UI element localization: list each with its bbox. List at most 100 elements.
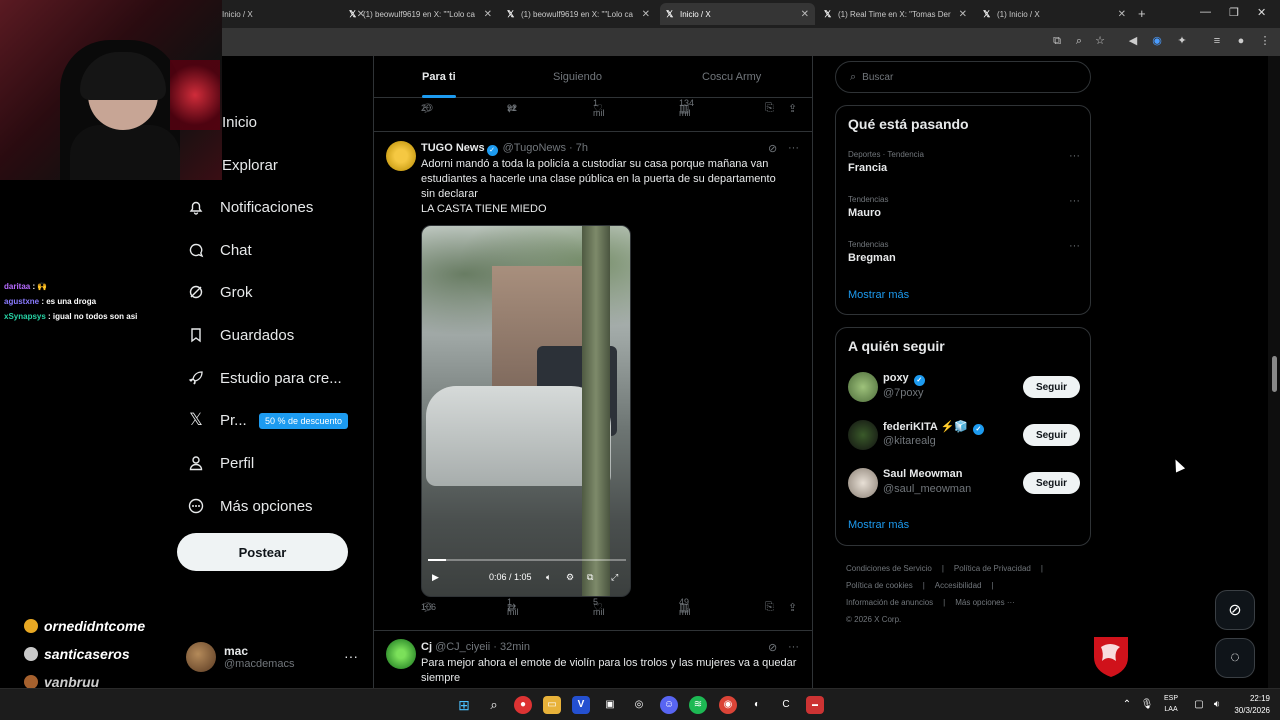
mute-icon[interactable]: ◀	[1126, 34, 1140, 48]
follow-button[interactable]: Seguir	[1023, 472, 1080, 494]
app-icon[interactable]: ●	[514, 696, 532, 714]
mic-icon[interactable]: 🎙︎	[1138, 696, 1156, 714]
search-input[interactable]: ⌕ Buscar	[835, 61, 1091, 93]
tab-coscu-army[interactable]: Coscu Army	[702, 56, 761, 98]
follow-suggestion[interactable]: Saul Meowman @saul_meowman Seguir	[848, 466, 1080, 500]
tab-following[interactable]: Siguiendo	[553, 56, 602, 98]
premium-discount-badge[interactable]: 50 % de descuento	[259, 413, 349, 429]
pip-icon[interactable]: ⧉	[587, 572, 593, 583]
browser-tab[interactable]: 𝕏 (1) Real Time en X: "Tomas Der ✕	[818, 3, 973, 25]
zoom-icon[interactable]: ⌕	[1072, 34, 1086, 48]
account-switcher[interactable]: mac @macdemacs ···	[186, 640, 366, 674]
post-button[interactable]: Postear	[177, 533, 348, 571]
more-icon[interactable]: ···	[344, 648, 358, 664]
nav-item-more[interactable]: Más opciones	[186, 491, 313, 521]
tab-for-you[interactable]: Para ti	[422, 56, 456, 98]
v-app-icon[interactable]: V	[572, 696, 590, 714]
author-handle[interactable]: @TugoNews · 7h	[503, 142, 588, 154]
browser-tab[interactable]: 𝕏 (1) Inicio / X ✕	[977, 3, 1132, 25]
bookmark-star-icon[interactable]: ☆	[1093, 34, 1107, 48]
reading-list-icon[interactable]: ≡	[1210, 34, 1224, 48]
app-icon[interactable]: C	[777, 696, 795, 714]
messages-float-button[interactable]: ◌	[1215, 638, 1255, 678]
grok-icon[interactable]: ⊘	[768, 142, 777, 155]
language-indicator[interactable]: ESP LAA	[1164, 693, 1178, 715]
more-icon[interactable]: ···	[1069, 195, 1080, 207]
avatar[interactable]	[386, 141, 416, 171]
nav-item-profile[interactable]: Perfil	[186, 448, 254, 478]
nav-item-home[interactable]: Inicio	[222, 107, 257, 137]
app-icon[interactable]: ▣	[601, 696, 619, 714]
nav-item-creator-studio[interactable]: Estudio para cre...	[186, 363, 342, 393]
more-icon[interactable]: ···	[1069, 240, 1080, 252]
search-icon[interactable]: ⌕	[485, 696, 503, 714]
play-icon[interactable]: ▶	[432, 572, 439, 583]
follow-suggestion[interactable]: federiKITA ⚡🧊 ✓ @kitarealg Seguir	[848, 418, 1080, 452]
spotify-icon[interactable]: ≋	[689, 696, 707, 714]
browser-tab[interactable]: 𝕏 (1) beowulf9619 en X: ""Lolo ca ✕	[501, 3, 656, 25]
obs-icon[interactable]: ◎	[630, 696, 648, 714]
author-handle[interactable]: @CJ_ciyeii · 32min	[435, 641, 530, 653]
app-icon[interactable]: ▬	[806, 696, 824, 714]
follow-suggestion[interactable]: poxy ✓ @7poxy Seguir	[848, 370, 1080, 404]
show-more-link[interactable]: Mostrar más	[848, 519, 909, 531]
more-icon[interactable]: ···	[788, 142, 799, 154]
network-icon[interactable]: ▢	[1190, 696, 1208, 714]
maximize-icon[interactable]: ❐	[1229, 6, 1239, 19]
browser-tab[interactable]: 𝕏 (1) beowulf9619 en X: ""Lolo ca ✕	[343, 3, 498, 25]
follow-button[interactable]: Seguir	[1023, 376, 1080, 398]
close-tab-icon[interactable]: ✕	[642, 9, 650, 20]
scrollbar-thumb[interactable]	[1272, 356, 1277, 392]
nav-item-chat[interactable]: Chat	[186, 235, 252, 265]
nav-item-premium[interactable]: 𝕏 Pr...	[186, 405, 247, 435]
nav-item-grok[interactable]: Grok	[186, 277, 253, 307]
folder-icon[interactable]: ▭	[543, 696, 561, 714]
follow-button[interactable]: Seguir	[1023, 424, 1080, 446]
grok-icon[interactable]: ⊘	[768, 641, 777, 654]
footer-link[interactable]: Política de Privacidad	[954, 564, 1031, 573]
chrome-icon[interactable]: ◉	[719, 696, 737, 714]
fullscreen-icon[interactable]: ⤢	[611, 572, 618, 583]
volume-icon[interactable]: 🔈︎	[546, 572, 551, 583]
more-icon[interactable]: ···	[1069, 150, 1080, 162]
more-icon[interactable]: ···	[788, 641, 799, 653]
close-tab-icon[interactable]: ✕	[959, 9, 967, 20]
trend-item[interactable]: Tendencias Mauro ···	[848, 195, 1080, 219]
author-name[interactable]: Cj	[421, 641, 432, 653]
grok-float-button[interactable]: ⊘	[1215, 590, 1255, 630]
author-name[interactable]: TUGO News	[421, 142, 485, 154]
avatar[interactable]	[386, 639, 416, 669]
discord-icon[interactable]: ☺	[660, 696, 678, 714]
close-tab-icon[interactable]: ✕	[801, 9, 809, 20]
close-tab-icon[interactable]: ✕	[1118, 9, 1126, 20]
nav-item-explore[interactable]: Explorar	[222, 150, 278, 180]
extensions-icon[interactable]: ✦	[1175, 34, 1189, 48]
new-tab-button[interactable]: +	[1138, 6, 1146, 21]
trend-item[interactable]: Tendencias Bregman ···	[848, 240, 1080, 264]
nav-item-notifications[interactable]: Notificaciones	[186, 192, 313, 222]
profile-icon[interactable]: ●	[1234, 34, 1248, 48]
app-icon[interactable]: ◐	[748, 696, 766, 714]
audio-icon[interactable]: ◉	[1150, 34, 1164, 48]
system-clock[interactable]: 22:19 30/3/2026	[1234, 693, 1270, 717]
volume-icon[interactable]: 🔉︎	[1208, 696, 1226, 714]
footer-link[interactable]: Condiciones de Servicio	[846, 564, 932, 573]
page-scrollbar[interactable]	[1268, 56, 1280, 688]
settings-icon[interactable]: ⚙	[566, 572, 574, 583]
tray-chevron-icon[interactable]: ⌃	[1118, 696, 1136, 714]
minimize-icon[interactable]: —	[1200, 6, 1211, 18]
cast-icon[interactable]: ⧉	[1050, 34, 1064, 48]
close-tab-icon[interactable]: ✕	[484, 9, 492, 20]
video-progress-bar[interactable]	[428, 559, 626, 561]
footer-link[interactable]: Información de anuncios	[846, 598, 933, 607]
browser-tab-active[interactable]: 𝕏 Inicio / X ✕	[660, 3, 815, 25]
browser-menu-icon[interactable]: ⋮	[1258, 34, 1272, 48]
video-player[interactable]: ▶ 0:06 / 1:05 🔈︎ ⚙ ⧉ ⤢	[421, 225, 631, 597]
window-close-icon[interactable]: ✕	[1257, 6, 1266, 19]
nav-item-bookmarks[interactable]: Guardados	[186, 320, 294, 350]
trend-item[interactable]: Deportes · Tendencia Francia ···	[848, 150, 1080, 174]
windows-start-icon[interactable]: ⊞	[455, 696, 473, 714]
show-more-link[interactable]: Mostrar más	[848, 289, 909, 301]
footer-link[interactable]: Política de cookies	[846, 581, 913, 590]
footer-link[interactable]: Accesibilidad	[935, 581, 982, 590]
